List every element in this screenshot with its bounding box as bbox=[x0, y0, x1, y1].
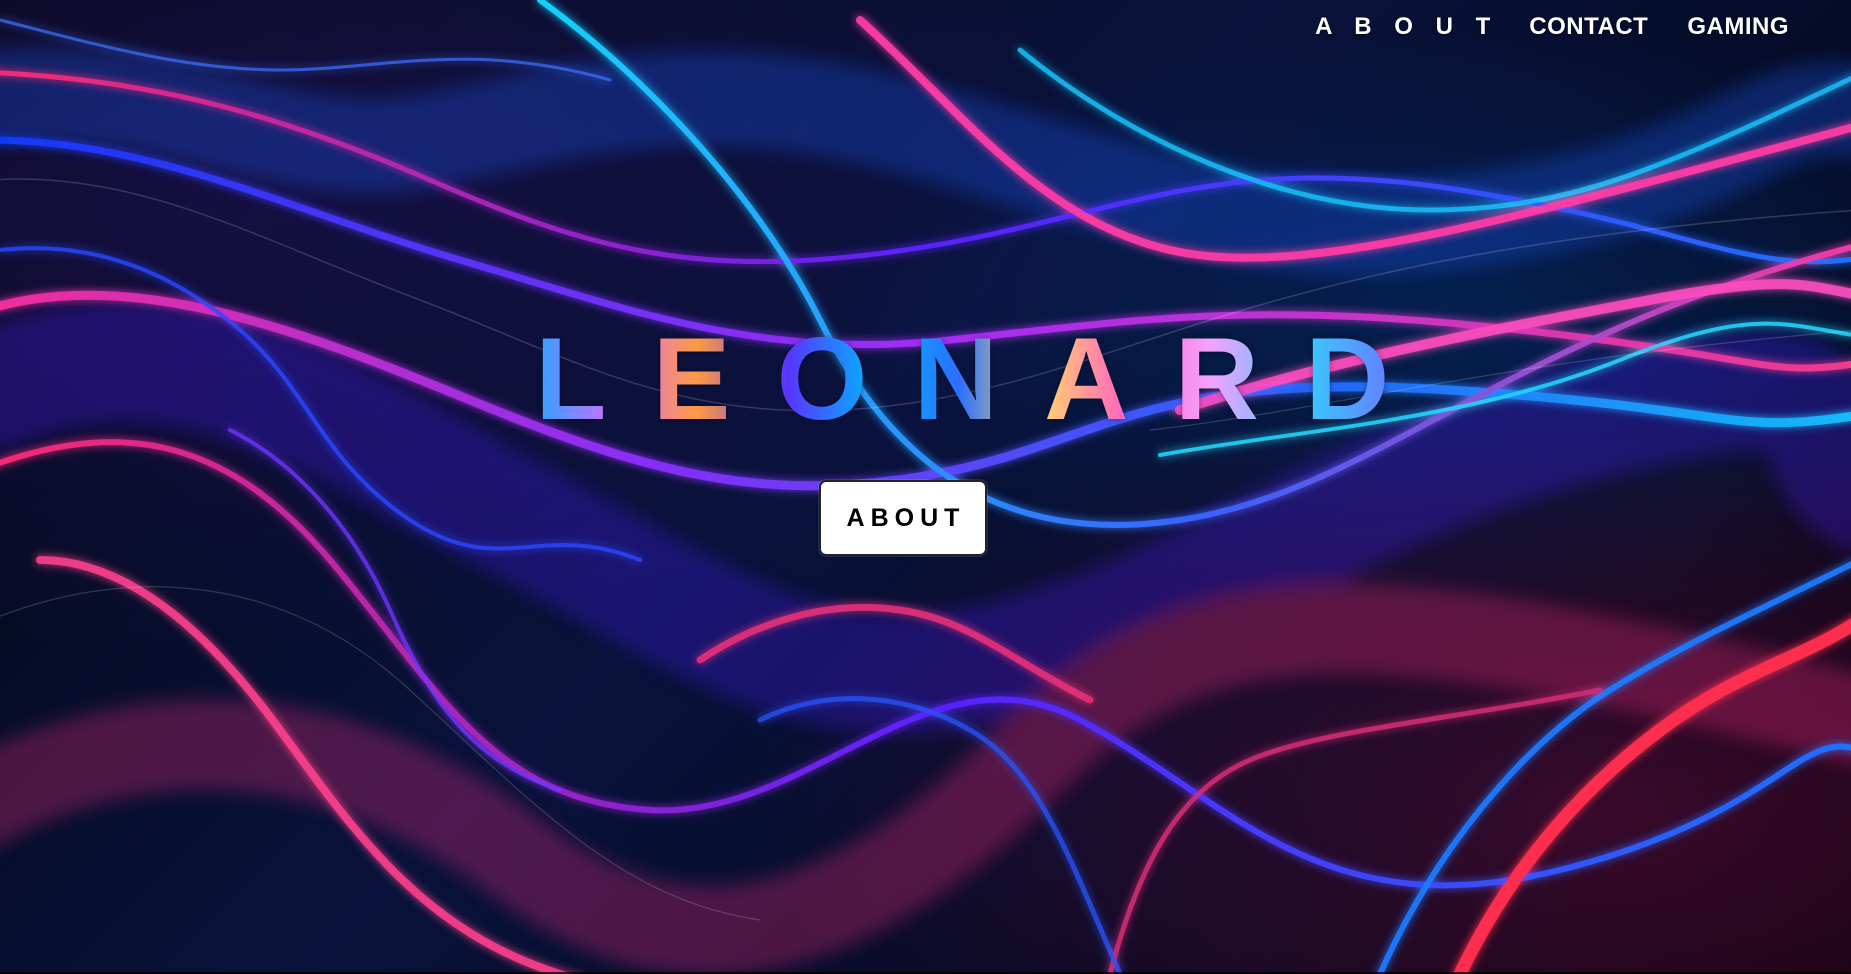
nav-link-about[interactable]: A B O U T bbox=[1315, 11, 1498, 43]
hero-section: A B O U T CONTACT GAMING LEONARD ABOUT bbox=[0, 0, 1851, 974]
nav-link-gaming[interactable]: GAMING bbox=[1687, 11, 1789, 43]
nav-link-contact[interactable]: CONTACT bbox=[1529, 11, 1648, 43]
about-button[interactable]: ABOUT bbox=[819, 480, 987, 556]
top-navigation: A B O U T CONTACT GAMING bbox=[1315, 11, 1789, 43]
hero-title: LEONARD bbox=[535, 313, 1436, 444]
